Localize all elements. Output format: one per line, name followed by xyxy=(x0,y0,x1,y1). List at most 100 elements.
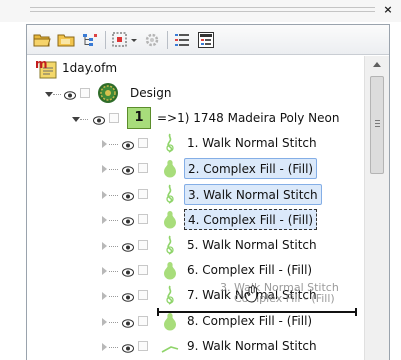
eye-icon[interactable] xyxy=(122,164,134,176)
visibility-checkbox[interactable] xyxy=(138,265,148,275)
tree-item-row[interactable]: 6. Complex Fill - (Fill) xyxy=(27,258,364,283)
tree-row-file[interactable]: m 1day.ofm xyxy=(27,56,364,81)
expand-arrow-icon[interactable] xyxy=(102,190,107,199)
visibility-checkbox[interactable] xyxy=(138,315,148,326)
tree-item-row[interactable]: 9. Walk Normal Stitch xyxy=(27,334,364,359)
tree-connector xyxy=(109,144,118,145)
tree-item-label: 8. Complex Fill - (Fill) xyxy=(187,313,313,328)
tree-connector xyxy=(53,94,61,95)
tree-view-icon[interactable] xyxy=(81,31,99,49)
scrollbar-thumb[interactable] xyxy=(370,76,384,174)
toolbar xyxy=(27,25,389,55)
select-region-icon[interactable] xyxy=(111,31,129,49)
panel-titlebar: × xyxy=(0,0,401,22)
visibility-checkbox[interactable] xyxy=(138,138,148,148)
tree-connector xyxy=(109,271,118,272)
walk-stitch-thumbnail-icon xyxy=(159,183,181,205)
tree-item-row[interactable]: 3. Walk Normal Stitch xyxy=(27,182,364,207)
tree-item-label: 4. Complex Fill - (Fill) xyxy=(184,209,318,231)
scrollbar-thumb-grip xyxy=(375,126,380,127)
visibility-checkbox[interactable] xyxy=(138,341,148,352)
tree-connector xyxy=(109,296,118,298)
tree-row-design[interactable]: Design xyxy=(27,81,364,106)
dropdown-arrow-icon[interactable] xyxy=(129,31,139,49)
expand-arrow-icon[interactable] xyxy=(102,267,107,275)
properties-list-icon[interactable] xyxy=(173,31,191,49)
expand-arrow-icon[interactable] xyxy=(102,292,107,301)
eye-icon[interactable] xyxy=(122,317,134,328)
thread-color-number: 1 xyxy=(127,107,151,129)
tree-connector xyxy=(80,119,88,120)
eye-icon[interactable] xyxy=(122,139,134,150)
visibility-checkbox[interactable] xyxy=(109,113,119,123)
expand-arrow-icon[interactable] xyxy=(102,317,107,326)
design-thumbnail-icon xyxy=(97,82,119,104)
tree-connector xyxy=(109,169,118,171)
eye-icon[interactable] xyxy=(122,342,134,353)
walk-stitch-thumbnail-icon xyxy=(159,335,181,357)
visibility-checkbox[interactable] xyxy=(138,290,148,301)
tree-connector xyxy=(109,194,118,196)
folder-icon[interactable] xyxy=(57,31,75,49)
toolbar-separator xyxy=(167,31,168,49)
eye-icon[interactable] xyxy=(122,190,134,201)
walk-stitch-thumbnail-icon xyxy=(159,132,181,154)
fill-stitch-thumbnail-icon xyxy=(159,157,181,179)
tree-item-row[interactable]: 4. Complex Fill - (Fill) xyxy=(27,207,364,232)
tree-row-color-group[interactable]: 1 =>1) 1748 Madeira Poly Neon xyxy=(27,106,364,131)
titlebar-grip-line xyxy=(30,7,375,8)
eye-icon[interactable] xyxy=(122,266,134,277)
toolbar-separator xyxy=(105,31,106,49)
tree-connector xyxy=(109,321,118,323)
eye-icon[interactable] xyxy=(93,114,105,125)
eye-icon[interactable] xyxy=(122,215,134,226)
walk-stitch-thumbnail-icon xyxy=(159,284,181,306)
scrollbar-thumb-grip xyxy=(375,123,380,124)
tree-item-label: 9. Walk Normal Stitch xyxy=(187,339,317,354)
file-label: 1day.ofm xyxy=(62,61,118,75)
vertical-scrollbar[interactable] xyxy=(364,56,389,360)
walk-stitch-thumbnail-icon xyxy=(159,234,181,256)
visibility-checkbox[interactable] xyxy=(138,214,148,225)
settings-gear-icon[interactable] xyxy=(143,31,161,49)
expand-arrow-icon[interactable] xyxy=(102,241,107,250)
eye-icon[interactable] xyxy=(122,241,134,252)
visibility-checkbox[interactable] xyxy=(138,239,148,250)
tree-connector xyxy=(109,220,118,222)
expand-arrow-icon[interactable] xyxy=(72,117,80,122)
expand-arrow-icon[interactable] xyxy=(102,165,107,174)
tree-item-row[interactable]: 5. Walk Normal Stitch xyxy=(27,233,364,258)
tree-connector xyxy=(109,347,118,349)
svg-text:m: m xyxy=(35,57,48,71)
expand-arrow-icon[interactable] xyxy=(102,216,107,225)
expand-arrow-icon[interactable] xyxy=(102,343,107,352)
properties-panel-icon[interactable] xyxy=(197,31,215,49)
tree-item-label: 3. Walk Normal Stitch xyxy=(184,183,322,205)
color-group-label: =>1) 1748 Madeira Poly Neon xyxy=(157,111,340,125)
file-logo-icon: m xyxy=(34,56,58,80)
fill-stitch-thumbnail-icon xyxy=(159,208,181,230)
eye-icon[interactable] xyxy=(122,291,134,303)
drop-marker-cap xyxy=(355,308,357,316)
open-folder-icon[interactable] xyxy=(33,31,51,49)
visibility-checkbox[interactable] xyxy=(80,88,90,98)
tree-item-label: 2. Complex Fill - (Fill) xyxy=(184,158,318,180)
tree-item-label: 6. Complex Fill - (Fill) xyxy=(187,263,313,277)
titlebar-grip-line xyxy=(30,11,375,12)
visibility-checkbox[interactable] xyxy=(138,163,148,174)
fill-stitch-thumbnail-icon xyxy=(159,259,181,281)
fill-stitch-thumbnail-icon xyxy=(159,310,181,332)
visibility-checkbox[interactable] xyxy=(138,188,148,199)
scroll-up-arrow-icon[interactable] xyxy=(373,62,381,67)
tree-item-row[interactable]: 2. Complex Fill - (Fill) xyxy=(27,156,364,181)
tree-item-row[interactable]: 1. Walk Normal Stitch xyxy=(27,131,364,156)
scrollbar-thumb-grip xyxy=(375,120,380,121)
design-label: Design xyxy=(130,86,172,100)
eye-icon[interactable] xyxy=(64,89,76,100)
close-icon[interactable]: × xyxy=(381,2,395,18)
mouse-cursor-icon xyxy=(245,285,259,303)
drop-insertion-line xyxy=(157,311,357,313)
expand-arrow-icon[interactable] xyxy=(102,140,107,148)
expand-arrow-icon[interactable] xyxy=(45,92,53,97)
tree-item-label: 5. Walk Normal Stitch xyxy=(187,237,317,252)
